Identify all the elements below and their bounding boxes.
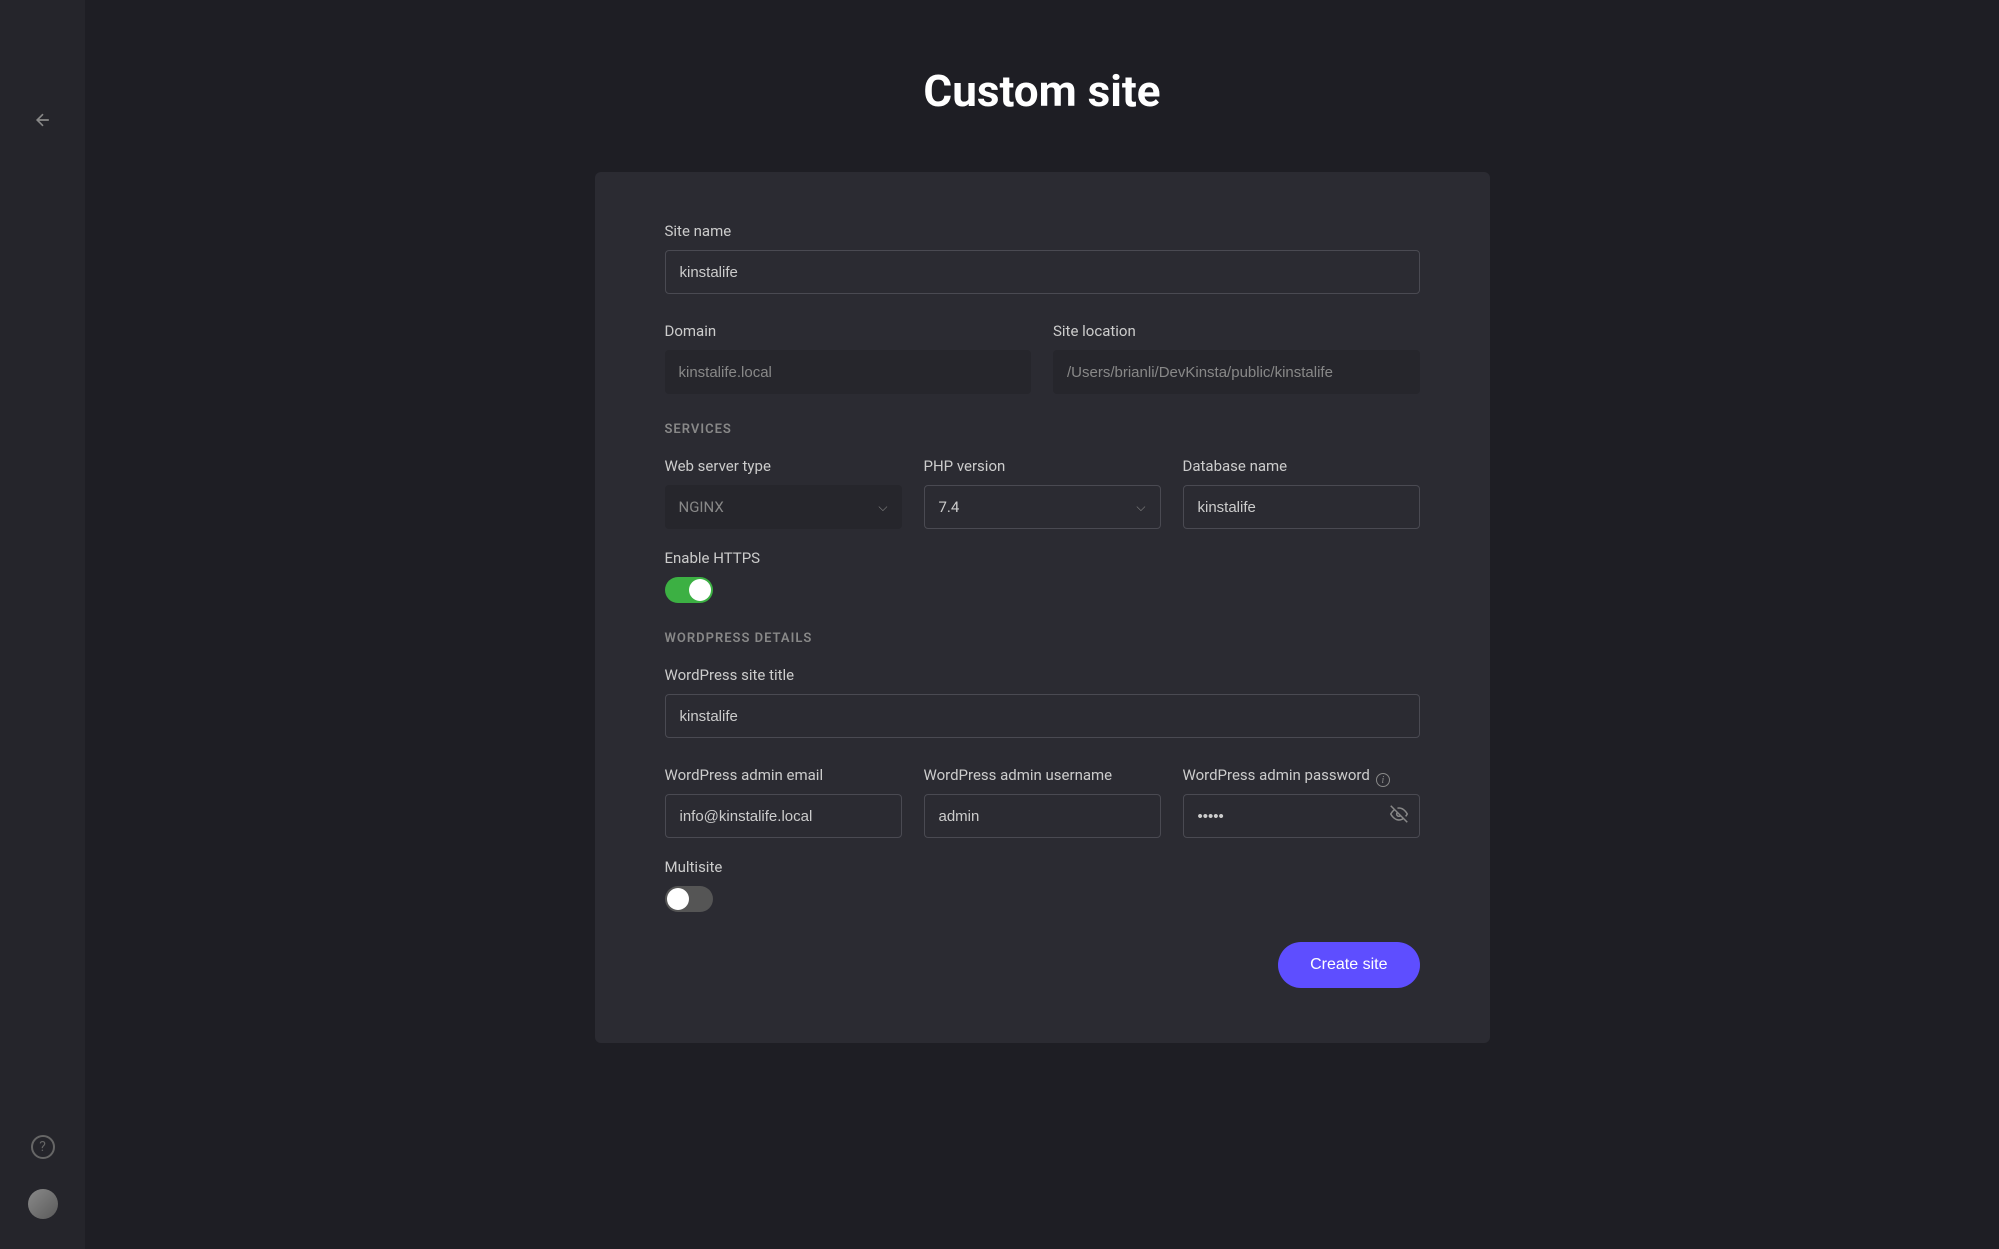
multisite-label: Multisite [665, 858, 1420, 876]
wp-admin-username-label: WordPress admin username [924, 766, 1161, 784]
enable-https-label: Enable HTTPS [665, 549, 1420, 567]
help-icon[interactable]: ? [31, 1135, 55, 1159]
back-button[interactable] [23, 100, 63, 140]
web-server-type-value: NGINX [679, 498, 724, 516]
site-name-input[interactable] [665, 250, 1420, 294]
create-site-button[interactable]: Create site [1278, 942, 1419, 988]
web-server-type-label: Web server type [665, 457, 902, 475]
services-header: SERVICES [665, 422, 1420, 437]
page-title: Custom site [923, 65, 1160, 117]
site-name-label: Site name [665, 222, 1420, 240]
enable-https-toggle[interactable] [665, 577, 713, 603]
wp-site-title-input[interactable] [665, 694, 1420, 738]
site-location-label: Site location [1053, 322, 1420, 340]
wp-admin-email-input[interactable] [665, 794, 902, 838]
web-server-type-select: NGINX ⌵ [665, 485, 902, 529]
toggle-knob [667, 888, 689, 910]
arrow-left-icon [33, 110, 53, 130]
database-name-input[interactable] [1183, 485, 1420, 529]
php-version-select[interactable]: 7.4 ⌵ [924, 485, 1161, 529]
wp-admin-password-input[interactable] [1183, 794, 1420, 838]
info-icon[interactable]: i [1376, 773, 1390, 787]
site-location-input [1053, 350, 1420, 394]
main-content: Custom site Site name Domain Site locati… [85, 0, 1999, 1249]
chevron-down-icon: ⌵ [878, 500, 887, 515]
sidebar: ? [0, 0, 85, 1249]
wordpress-header: WORDPRESS DETAILS [665, 631, 1420, 646]
wp-admin-password-label: WordPress admin password [1183, 766, 1370, 784]
multisite-toggle[interactable] [665, 886, 713, 912]
wp-site-title-label: WordPress site title [665, 666, 1420, 684]
php-version-label: PHP version [924, 457, 1161, 475]
toggle-knob [689, 579, 711, 601]
wp-admin-email-label: WordPress admin email [665, 766, 902, 784]
domain-label: Domain [665, 322, 1032, 340]
domain-input [665, 350, 1032, 394]
form-card: Site name Domain Site location SERVICES … [595, 172, 1490, 1043]
avatar[interactable] [28, 1189, 58, 1219]
chevron-down-icon: ⌵ [1136, 500, 1145, 515]
wp-admin-username-input[interactable] [924, 794, 1161, 838]
php-version-value: 7.4 [939, 498, 960, 516]
database-name-label: Database name [1183, 457, 1420, 475]
eye-off-icon[interactable] [1390, 805, 1408, 827]
